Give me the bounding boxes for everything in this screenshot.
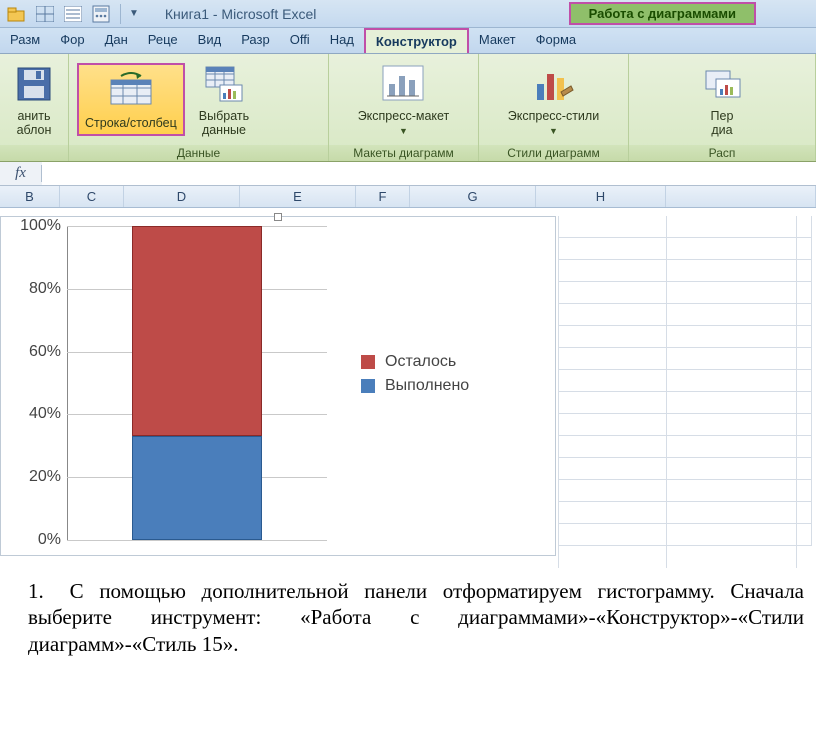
tab-razr[interactable]: Разр [231, 28, 280, 53]
legend-swatch-done [361, 379, 375, 393]
grid-cells[interactable] [558, 216, 812, 568]
y-axis [67, 227, 68, 541]
col-D[interactable]: D [124, 186, 240, 207]
group-data-label: Данные [69, 145, 328, 161]
quick-layout-dropdown-icon: ▼ [399, 126, 408, 136]
col-G[interactable]: G [410, 186, 536, 207]
app-title: Книга1 - Microsoft Excel [165, 6, 316, 22]
instruction-text: С помощью дополнительной панели отформат… [28, 579, 804, 656]
switch-row-column-label: Строка/столбец [85, 116, 177, 130]
column-headers: B C D E F G H [0, 186, 816, 208]
select-data-icon [202, 62, 246, 106]
tab-rece[interactable]: Реце [138, 28, 188, 53]
save-template-button[interactable]: анить аблон [8, 60, 60, 140]
bar-segment-done [132, 436, 262, 540]
context-tab-chart-tools[interactable]: Работа с диаграммами [569, 2, 756, 25]
group-templates: анить аблон [0, 54, 69, 161]
formula-bar: fx [0, 162, 816, 186]
select-data-button[interactable]: Выбрать данные [195, 60, 253, 140]
quick-styles-dropdown-icon: ▼ [549, 126, 558, 136]
switch-icon [109, 69, 153, 113]
ytick-80: 80% [11, 280, 61, 298]
ribbon-tabs: Разм Фор Дан Реце Вид Разр Offi Над Конс… [0, 28, 816, 54]
legend-label-done: Выполнено [385, 377, 469, 395]
switch-row-column-button[interactable]: Строка/столбец [77, 63, 185, 136]
group-styles-label: Стили диаграмм [479, 145, 628, 161]
ribbon: анить аблон Строка/столбец Выбрать данны… [0, 54, 816, 162]
title-bar: ▼ Книга1 - Microsoft Excel Работа с диаг… [0, 0, 816, 28]
col-H[interactable]: H [536, 186, 666, 207]
ytick-100: 100% [11, 217, 61, 235]
bar-stack-1[interactable] [132, 226, 262, 540]
chart-handle-top[interactable] [274, 213, 282, 221]
ytick-20: 20% [11, 468, 61, 486]
quick-layout-button[interactable]: Экспресс-макет ▼ [354, 60, 454, 140]
instruction-paragraph: 1. С помощью дополнительной панели отфор… [0, 568, 816, 677]
ytick-40: 40% [11, 405, 61, 423]
col-last[interactable] [666, 186, 816, 207]
tab-dan[interactable]: Дан [95, 28, 138, 53]
window-grid-icon[interactable] [34, 3, 56, 25]
legend-item-done[interactable]: Выполнено [361, 377, 469, 395]
group-location: Пер диа Расп [629, 54, 816, 161]
qat-customize-dropdown[interactable]: ▼ [129, 8, 139, 19]
tab-offi[interactable]: Offi [280, 28, 320, 53]
move-chart-label: Пер диа [711, 109, 734, 138]
list-icon[interactable] [62, 3, 84, 25]
tab-format[interactable]: Форма [526, 28, 587, 53]
ytick-60: 60% [11, 343, 61, 361]
tab-for[interactable]: Фор [50, 28, 94, 53]
tab-nad[interactable]: Над [320, 28, 364, 53]
quick-styles-button[interactable]: Экспресс-стили ▼ [504, 60, 603, 140]
quick-layout-label: Экспресс-макет [358, 109, 450, 123]
legend-item-remaining[interactable]: Осталось [361, 353, 469, 371]
legend-label-remaining: Осталось [385, 353, 456, 371]
calc-icon[interactable] [90, 3, 112, 25]
formula-input[interactable] [42, 162, 816, 185]
quick-styles-label: Экспресс-стили [508, 109, 599, 123]
chart-layout-icon [381, 62, 425, 106]
chart-styles-icon [531, 62, 575, 106]
worksheet-area[interactable]: 0% 20% 40% 60% 80% 100% Осталось Выполне… [0, 208, 816, 568]
ytick-0: 0% [11, 531, 61, 549]
col-E[interactable]: E [240, 186, 356, 207]
move-chart-icon [700, 62, 744, 106]
fx-icon[interactable]: fx [0, 165, 42, 182]
col-C[interactable]: C [60, 186, 124, 207]
qat-separator [120, 4, 121, 24]
instruction-number: 1. [28, 578, 54, 604]
move-chart-button[interactable]: Пер диа [696, 60, 748, 140]
floppy-icon [12, 62, 56, 106]
group-layouts-label: Макеты диаграмм [329, 145, 478, 161]
tab-vid[interactable]: Вид [188, 28, 232, 53]
select-data-label: Выбрать данные [199, 109, 249, 138]
chart-legend[interactable]: Осталось Выполнено [361, 347, 469, 401]
tab-razm[interactable]: Разм [0, 28, 50, 53]
embedded-chart[interactable]: 0% 20% 40% 60% 80% 100% Осталось Выполне… [0, 216, 556, 556]
group-location-label: Расп [629, 145, 815, 161]
group-data: Строка/столбец Выбрать данные Данные [69, 54, 329, 161]
col-F[interactable]: F [356, 186, 410, 207]
chart-plot-area[interactable]: 0% 20% 40% 60% 80% 100% [67, 227, 327, 541]
group-templates-label [0, 145, 68, 161]
bar-segment-remaining [132, 226, 262, 436]
group-chart-layouts: Экспресс-макет ▼ Макеты диаграмм [329, 54, 479, 161]
save-template-label: анить аблон [17, 109, 52, 138]
open-icon[interactable] [6, 3, 28, 25]
group-chart-styles: Экспресс-стили ▼ Стили диаграмм [479, 54, 629, 161]
tab-konstruktor[interactable]: Конструктор [364, 28, 469, 53]
col-B[interactable]: B [0, 186, 60, 207]
tab-maket[interactable]: Макет [469, 28, 526, 53]
legend-swatch-remaining [361, 355, 375, 369]
